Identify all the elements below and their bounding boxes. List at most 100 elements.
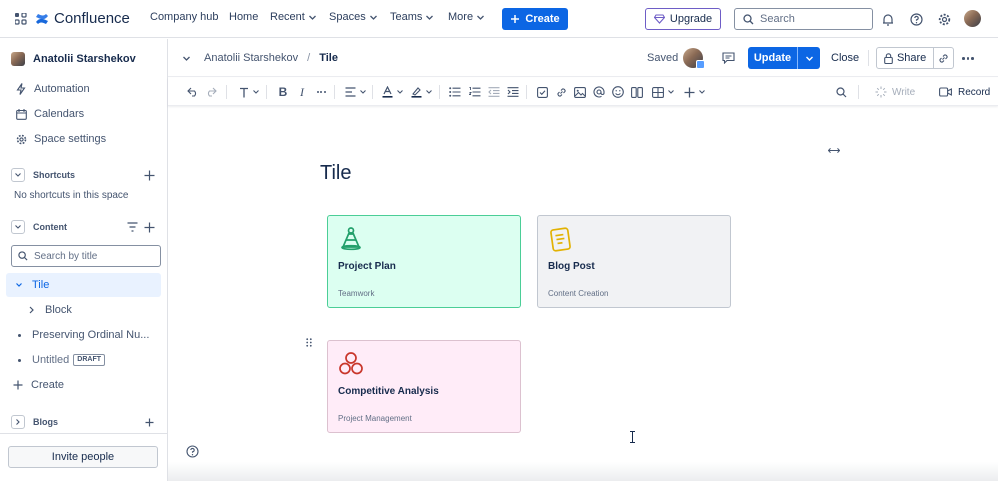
nav-spaces[interactable]: Spaces bbox=[329, 11, 378, 23]
comment-icon[interactable] bbox=[722, 52, 735, 64]
content-search-input[interactable]: Search by title bbox=[11, 245, 161, 267]
drag-handle-icon[interactable] bbox=[306, 338, 312, 347]
tree-item-block[interactable]: Block bbox=[0, 304, 167, 316]
chevron-down-icon[interactable] bbox=[11, 168, 25, 182]
lock-icon bbox=[884, 52, 893, 64]
help-question-icon[interactable] bbox=[186, 445, 199, 458]
template-card-project-plan[interactable]: Project Plan Teamwork bbox=[327, 215, 521, 308]
nav-home[interactable]: Home bbox=[229, 11, 258, 23]
shortcuts-label: Shortcuts bbox=[33, 170, 76, 180]
alignment-dropdown[interactable] bbox=[344, 84, 368, 100]
highlight-dropdown[interactable] bbox=[410, 84, 434, 100]
plus-icon bbox=[684, 87, 695, 97]
outdent-icon[interactable] bbox=[487, 84, 501, 100]
chevron-down-icon bbox=[360, 90, 366, 94]
space-header[interactable]: Anatolii Starshekov bbox=[0, 52, 167, 66]
table-dropdown[interactable] bbox=[650, 84, 676, 100]
highlighter-icon bbox=[411, 87, 422, 98]
app-switcher-icon[interactable] bbox=[13, 11, 29, 27]
space-name: Anatolii Starshekov bbox=[33, 53, 136, 65]
content-label: Content bbox=[33, 222, 67, 232]
text-style-dropdown[interactable] bbox=[236, 84, 262, 100]
filter-icon[interactable] bbox=[127, 222, 138, 232]
find-replace-search-icon[interactable] bbox=[834, 84, 848, 100]
create-button[interactable]: Create bbox=[502, 8, 568, 30]
settings-gear-icon[interactable] bbox=[936, 11, 952, 27]
sidebar: Anatolii Starshekov Automation Calendars… bbox=[0, 39, 168, 481]
nav-recent[interactable]: Recent bbox=[270, 11, 317, 23]
share-button[interactable]: Share bbox=[877, 48, 935, 68]
page-title[interactable]: Tile bbox=[320, 162, 351, 185]
create-label: Create bbox=[31, 379, 65, 391]
link-icon[interactable] bbox=[554, 84, 568, 100]
chevron-right-icon[interactable] bbox=[28, 306, 35, 314]
record-button[interactable]: Record bbox=[939, 84, 990, 100]
chevron-down-icon[interactable] bbox=[11, 220, 25, 234]
chevron-down-icon bbox=[667, 90, 674, 94]
add-shortcut-plus-icon[interactable] bbox=[144, 170, 155, 181]
more-actions-ellipsis-icon[interactable] bbox=[962, 57, 974, 60]
breadcrumb: Anatolii Starshekov / Tile bbox=[204, 52, 338, 64]
bullet-list-icon[interactable] bbox=[448, 84, 462, 100]
update-button[interactable]: Update bbox=[748, 47, 798, 69]
write-ai-button[interactable]: Write bbox=[875, 84, 915, 100]
expand-width-arrows-icon[interactable] bbox=[828, 147, 840, 154]
chevron-right-icon[interactable] bbox=[11, 415, 25, 429]
blogs-label: Blogs bbox=[33, 417, 59, 427]
sidebar-item-calendars[interactable]: Calendars bbox=[0, 107, 167, 121]
tree-item-label: Block bbox=[45, 304, 72, 316]
add-blog-plus-icon[interactable] bbox=[145, 418, 154, 427]
mention-at-icon[interactable] bbox=[592, 84, 606, 100]
sidebar-item-space-settings[interactable]: Space settings bbox=[0, 132, 167, 146]
profile-avatar[interactable] bbox=[964, 10, 981, 27]
copy-link-icon[interactable] bbox=[934, 48, 953, 68]
image-icon[interactable] bbox=[573, 84, 587, 100]
invite-people-button[interactable]: Invite people bbox=[8, 446, 158, 468]
indent-icon[interactable] bbox=[506, 84, 520, 100]
confluence-logo[interactable]: Confluence bbox=[35, 10, 130, 27]
tree-item-tile[interactable]: Tile bbox=[6, 273, 161, 297]
close-button[interactable]: Close bbox=[831, 52, 859, 64]
chevron-down-icon[interactable] bbox=[182, 54, 191, 63]
chevron-down-icon[interactable] bbox=[15, 281, 23, 289]
content-section-header[interactable]: Content bbox=[0, 220, 167, 234]
sparkle-icon bbox=[875, 86, 887, 98]
layout-columns-icon[interactable] bbox=[630, 84, 644, 100]
tree-create-button[interactable]: Create bbox=[0, 379, 167, 391]
shortcuts-section-header[interactable]: Shortcuts bbox=[0, 168, 167, 182]
undo-icon[interactable] bbox=[186, 84, 200, 100]
search-input[interactable]: Search bbox=[734, 8, 873, 30]
emoji-icon[interactable] bbox=[611, 84, 625, 100]
avatar-badge-icon bbox=[696, 60, 705, 69]
sidebar-item-automation[interactable]: Automation bbox=[0, 82, 167, 96]
breadcrumb-current[interactable]: Tile bbox=[319, 52, 338, 64]
nav-teams[interactable]: Teams bbox=[390, 11, 434, 23]
tree-item-untitled-draft[interactable]: Untitled DRAFT bbox=[0, 354, 167, 366]
more-formatting-ellipsis-icon[interactable] bbox=[314, 84, 328, 100]
template-card-blog-post[interactable]: Blog Post Content Creation bbox=[537, 215, 731, 308]
blogs-section-header[interactable]: Blogs bbox=[0, 415, 167, 429]
nav-company-hub[interactable]: Company hub bbox=[150, 11, 219, 23]
help-icon[interactable] bbox=[908, 11, 924, 27]
numbered-list-icon[interactable] bbox=[468, 84, 482, 100]
redo-icon[interactable] bbox=[204, 84, 218, 100]
action-item-checkbox-icon[interactable] bbox=[535, 84, 549, 100]
chevron-down-icon bbox=[397, 90, 403, 94]
diamond-icon bbox=[653, 14, 665, 24]
template-card-competitive-analysis[interactable]: Competitive Analysis Project Management bbox=[327, 340, 521, 433]
nav-more[interactable]: More bbox=[448, 11, 485, 23]
text-color-dropdown[interactable] bbox=[381, 84, 405, 100]
breadcrumb-parent-link[interactable]: Anatolii Starshekov bbox=[204, 52, 298, 64]
bold-icon[interactable]: B bbox=[276, 84, 290, 100]
insert-dropdown[interactable] bbox=[682, 84, 708, 100]
card-title: Project Plan bbox=[338, 261, 396, 272]
notifications-bell-icon[interactable] bbox=[880, 11, 896, 27]
editor-toolbar: B I Write Record bbox=[168, 78, 998, 106]
tree-item-preserving-ordinal[interactable]: Preserving Ordinal Nu... bbox=[0, 329, 167, 341]
add-content-plus-icon[interactable] bbox=[144, 222, 155, 233]
italic-icon[interactable]: I bbox=[295, 84, 309, 100]
upgrade-button[interactable]: Upgrade bbox=[645, 8, 721, 30]
top-navigation: Confluence Company hub Home Recent Space… bbox=[0, 0, 998, 38]
card-title: Competitive Analysis bbox=[338, 386, 439, 397]
update-options-chevron-icon[interactable] bbox=[798, 47, 820, 69]
